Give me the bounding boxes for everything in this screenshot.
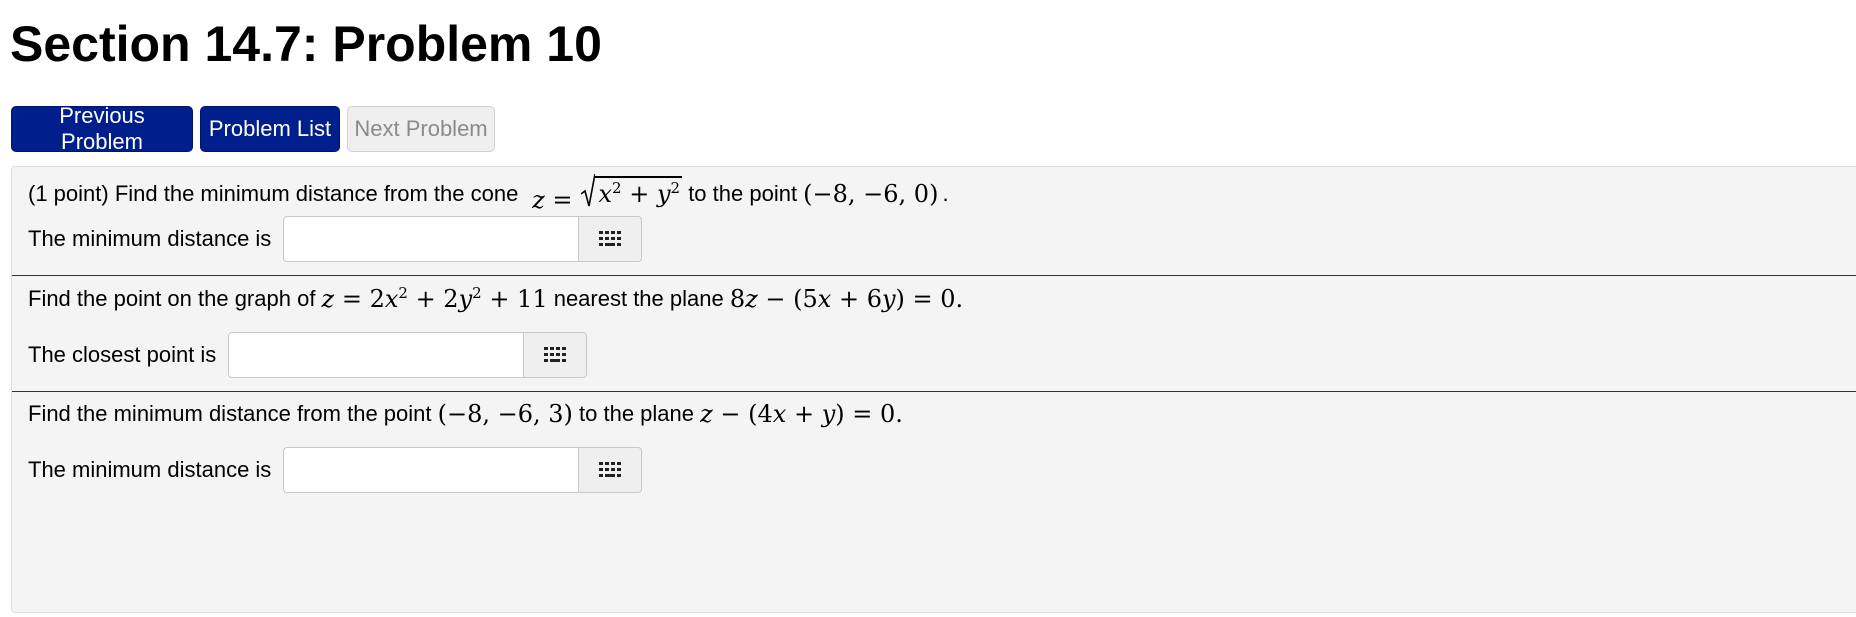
answer-row-2: The closest point is [28, 332, 588, 378]
problem-nav: Previous Problem Problem List Next Probl… [11, 103, 495, 154]
answer-row-3: The minimum distance is [28, 447, 643, 493]
plane-equation-2: 8z − (5x + 6y) = 0. [729, 285, 964, 313]
problem-statement-2: Find the point on the graph of z = 2x2 +… [28, 284, 964, 313]
closest-point-input[interactable] [228, 332, 525, 378]
equation-editor-button[interactable] [524, 332, 588, 378]
min-distance-cone-input[interactable] [283, 216, 580, 262]
point-1: (−8, −6, 0) [803, 180, 939, 208]
section-divider [12, 275, 1856, 276]
page-title: Section 14.7: Problem 10 [10, 16, 602, 72]
keypad-grid-icon [544, 347, 567, 362]
section-divider [12, 391, 1856, 392]
sqrt-sign-icon [580, 174, 595, 207]
equation-editor-button[interactable] [579, 216, 643, 262]
equation-editor-button[interactable] [579, 447, 643, 493]
plane-equation-3: z − (4x + y) = 0. [700, 400, 903, 428]
answer-row-1: The minimum distance is [28, 216, 643, 262]
problem-list-button[interactable]: Problem List [200, 106, 340, 152]
surface-equation: z = 2x2 + 2y2 + 11 [321, 284, 548, 313]
next-problem-button: Next Problem [347, 106, 495, 152]
keypad-grid-icon [599, 462, 622, 477]
problem-statement-3: Find the minimum distance from the point… [28, 400, 903, 428]
point-3: (−8, −6, 3) [437, 400, 573, 428]
problem-panel: (1 point) Find the minimum distance from… [11, 166, 1856, 613]
min-distance-plane-input[interactable] [283, 447, 580, 493]
cone-equation: z = x2 + y2 [524, 174, 683, 214]
problem-statement-1: (1 point) Find the minimum distance from… [28, 167, 949, 221]
keypad-grid-icon [599, 231, 622, 246]
previous-problem-button[interactable]: Previous Problem [11, 103, 193, 154]
